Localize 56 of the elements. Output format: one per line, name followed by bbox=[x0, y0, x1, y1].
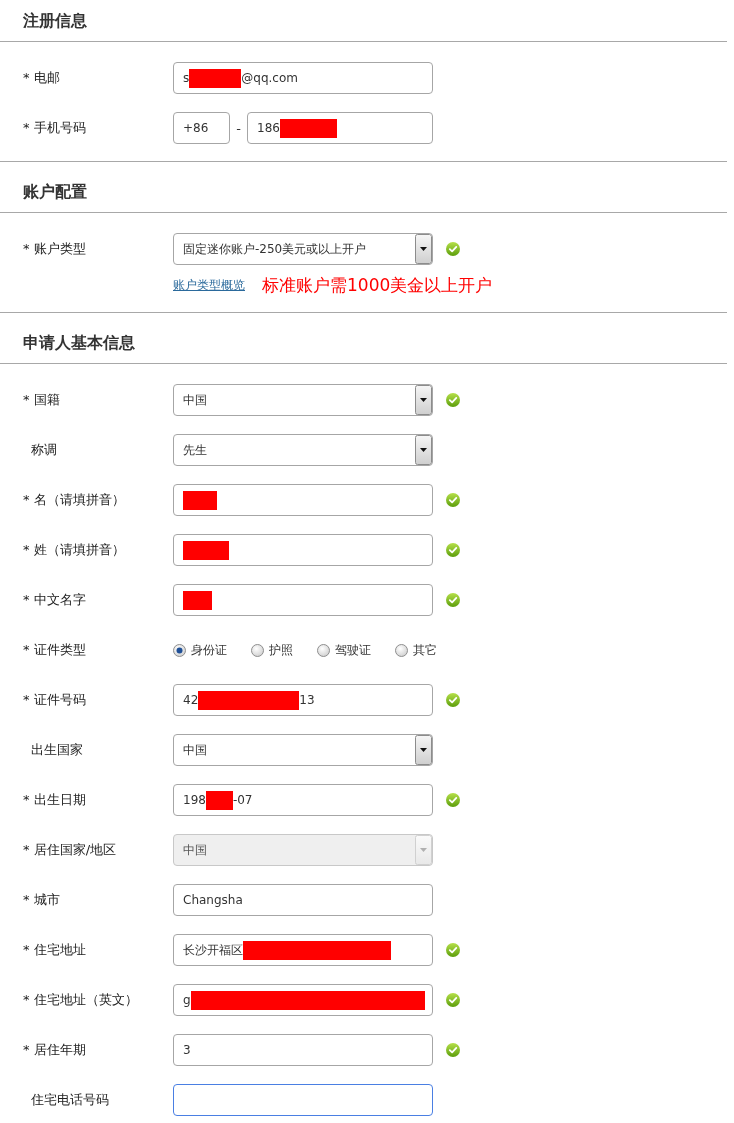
field-label: * 账户类型 bbox=[23, 240, 86, 258]
field-label: * 姓（请填拼音） bbox=[23, 541, 125, 559]
dropdown-field[interactable]: 先生 bbox=[173, 434, 433, 466]
field-label: 称调 bbox=[30, 441, 57, 459]
redaction-block bbox=[183, 590, 212, 610]
radio-option[interactable]: 护照 bbox=[251, 641, 293, 659]
radio-option[interactable]: 驾驶证 bbox=[317, 641, 371, 659]
redaction-block bbox=[183, 540, 229, 560]
input-field[interactable] bbox=[173, 534, 433, 566]
section-title: 申请人基本信息 bbox=[23, 333, 135, 353]
field-label: * 住宅地址 bbox=[23, 941, 86, 959]
redaction-block bbox=[189, 68, 242, 88]
field-label: * 证件类型 bbox=[23, 641, 86, 659]
field-label: * 住宅地址（英文） bbox=[23, 991, 138, 1009]
field-label: * 居住年期 bbox=[23, 1041, 86, 1059]
radio-option[interactable]: 其它 bbox=[395, 641, 437, 659]
caret-icon bbox=[415, 385, 432, 415]
input-field[interactable]: Changsha bbox=[173, 884, 433, 916]
section-title: 注册信息 bbox=[23, 11, 87, 31]
redaction-block bbox=[183, 490, 217, 510]
caret-icon bbox=[415, 835, 432, 865]
field-label: * 名（请填拼音） bbox=[23, 491, 125, 509]
field-label: * 城市 bbox=[23, 891, 60, 909]
field-label: 出生国家 bbox=[30, 741, 83, 759]
field-label: * 中文名字 bbox=[23, 591, 86, 609]
field-label: * 手机号码 bbox=[23, 119, 86, 137]
input-field[interactable] bbox=[173, 484, 433, 516]
caret-icon bbox=[415, 735, 432, 765]
input-field[interactable] bbox=[173, 1084, 433, 1116]
redaction-block bbox=[279, 118, 337, 138]
radio-option[interactable]: 身份证 bbox=[173, 641, 227, 659]
input-field[interactable]: 3 bbox=[173, 1034, 433, 1066]
field-label: 住宅电话号码 bbox=[30, 1091, 109, 1109]
input-field[interactable]: 42 13 bbox=[173, 684, 433, 716]
dash-separator: - bbox=[235, 120, 242, 136]
field-label: * 电邮 bbox=[23, 69, 60, 87]
phone-field[interactable]: 186 bbox=[247, 112, 433, 144]
input-field[interactable]: 长沙开福区 bbox=[173, 934, 433, 966]
field-label: * 出生日期 bbox=[23, 791, 86, 809]
section-title: 账户配置 bbox=[23, 182, 87, 202]
field-label: * 证件号码 bbox=[23, 691, 86, 709]
field-label: * 居住国家/地区 bbox=[23, 841, 116, 859]
caret-icon bbox=[415, 435, 432, 465]
field-label: * 国籍 bbox=[23, 391, 60, 409]
caret-icon bbox=[415, 234, 432, 264]
account-types-link[interactable]: 账户类型概览 bbox=[173, 277, 245, 294]
dropdown-field[interactable]: 固定迷你账户-250美元或以上开户 bbox=[173, 233, 433, 265]
dropdown-field[interactable]: 中国 bbox=[173, 734, 433, 766]
country-code-field[interactable]: +86 bbox=[173, 112, 230, 144]
input-field[interactable]: g bbox=[173, 984, 433, 1016]
dropdown-field[interactable]: 中国 bbox=[173, 384, 433, 416]
input-field[interactable]: s @qq.com bbox=[173, 62, 433, 94]
redaction-block bbox=[205, 790, 233, 810]
input-field[interactable] bbox=[173, 584, 433, 616]
input-field[interactable]: 198 -07 bbox=[173, 784, 433, 816]
notice-text: 标准账户需1000美金以上开户 bbox=[262, 276, 493, 295]
